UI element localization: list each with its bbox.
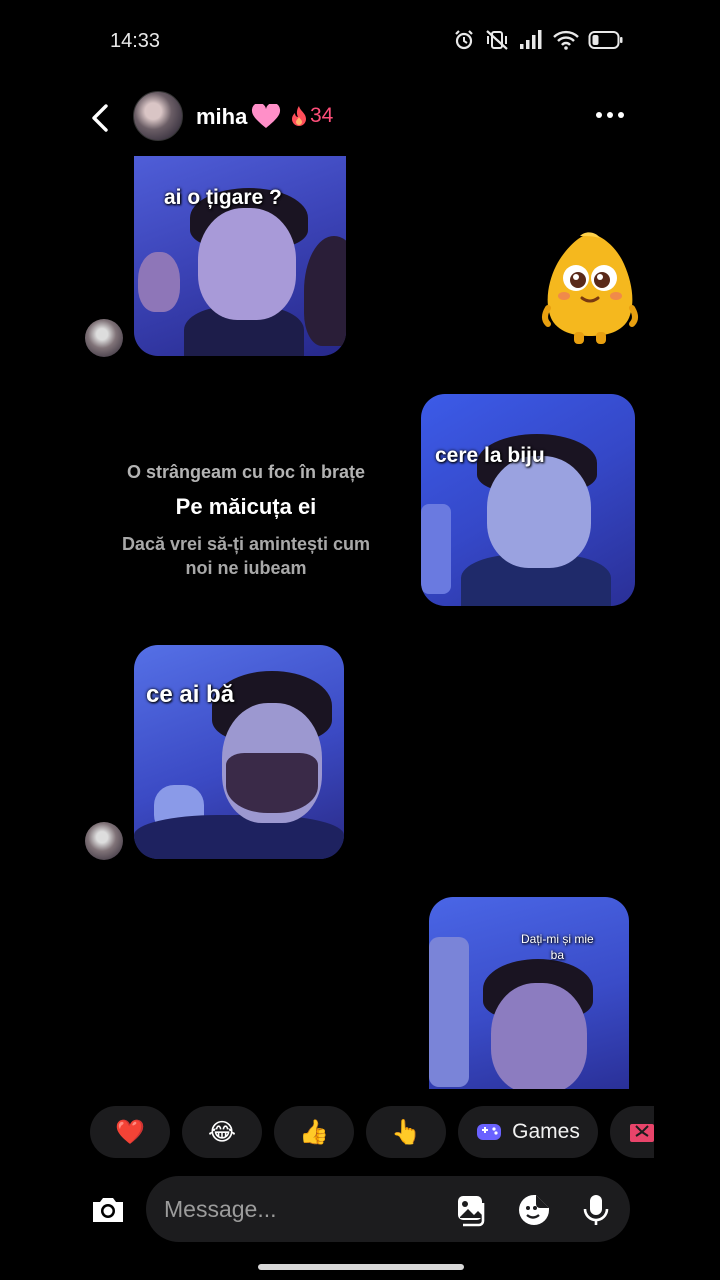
pink-heart-icon	[252, 104, 281, 128]
lyrics-line: Dacă vrei să-ți amintești cum noi ne iub…	[96, 532, 396, 580]
message-composer: Message...	[82, 1176, 630, 1242]
contact-name: miha	[196, 104, 248, 129]
mute-vibrate-icon	[486, 30, 508, 50]
message-input[interactable]: Message...	[146, 1176, 630, 1242]
back-button[interactable]	[86, 100, 116, 136]
camera-button[interactable]	[82, 1184, 134, 1236]
camera-icon	[93, 1198, 123, 1222]
reaction-point-up-button[interactable]: 👆	[366, 1106, 446, 1158]
microphone-button[interactable]	[578, 1192, 614, 1228]
reaction-laugh-button[interactable]: 😂	[182, 1106, 262, 1158]
microphone-icon	[583, 1195, 609, 1225]
games-button[interactable]: Games	[458, 1106, 598, 1158]
image-figure	[421, 504, 451, 594]
heart-emoji: ❤️	[115, 1118, 145, 1146]
streak-badge: 34	[290, 104, 333, 128]
image-message[interactable]: Dați-mi și mie ba	[429, 897, 629, 1089]
status-bar: 14:33	[0, 0, 720, 84]
signal-icon	[520, 30, 542, 49]
contact-avatar[interactable]	[133, 91, 183, 141]
image-message[interactable]: ai o țigare ?	[134, 156, 346, 356]
image-figure	[429, 937, 469, 1087]
gift-button[interactable]	[610, 1106, 654, 1158]
games-label: Games	[512, 1120, 580, 1143]
image-figure	[134, 815, 344, 859]
sender-avatar[interactable]	[85, 822, 123, 860]
image-message[interactable]: ce ai bă	[134, 645, 344, 859]
blob-sticker[interactable]	[540, 228, 640, 346]
gift-icon	[630, 1124, 654, 1142]
dot	[596, 112, 602, 118]
image-caption: ce ai bă	[146, 681, 235, 708]
wifi-icon	[553, 30, 579, 50]
image-caption-line: Dați-mi și mie	[521, 932, 594, 946]
status-time: 14:33	[110, 30, 161, 52]
image-figure	[138, 252, 180, 312]
chevron-left-icon	[92, 104, 108, 132]
gallery-icon	[458, 1196, 485, 1227]
lyrics-line-part: Dacă vrei să-ți amintești cum	[121, 534, 371, 554]
more-options-button[interactable]	[596, 112, 624, 118]
lyrics-line: O strângeam cu foc în brațe	[126, 462, 366, 482]
home-indicator[interactable]	[258, 1264, 464, 1270]
chat-header: miha 34	[0, 88, 720, 148]
image-caption: Dați-mi și mie ba	[521, 931, 594, 963]
gallery-button[interactable]	[454, 1192, 490, 1228]
image-caption: cere la biju	[435, 444, 545, 467]
image-figure	[226, 753, 318, 813]
status-icons	[452, 28, 624, 52]
sender-avatar[interactable]	[85, 319, 123, 357]
contact-name-group[interactable]: miha	[196, 104, 281, 130]
image-caption-line: ba	[550, 948, 565, 962]
laugh-emoji: 😂	[207, 1118, 237, 1146]
image-caption: ai o țigare ?	[164, 186, 282, 209]
image-figure	[198, 208, 296, 320]
thumbs-up-emoji: 👍	[299, 1118, 329, 1146]
fire-icon	[292, 106, 306, 126]
image-message[interactable]: cere la biju	[421, 394, 635, 606]
gamepad-icon	[477, 1124, 502, 1140]
message-placeholder: Message...	[164, 1196, 277, 1222]
image-figure	[487, 456, 591, 568]
dot	[618, 112, 624, 118]
reaction-thumbs-up-button[interactable]: 👍	[274, 1106, 354, 1158]
dot	[607, 112, 613, 118]
alarm-icon	[455, 30, 473, 50]
reaction-heart-button[interactable]: ❤️	[90, 1106, 170, 1158]
sticker-button[interactable]	[516, 1192, 552, 1228]
sticker-icon	[519, 1195, 549, 1225]
image-figure	[491, 983, 587, 1089]
quick-reactions-bar: ❤️ 😂 👍 👆 Games	[90, 1106, 654, 1158]
battery-icon	[588, 31, 623, 49]
lyrics-line-part: noi ne iubeam	[185, 558, 307, 578]
point-up-emoji: 👆	[391, 1118, 421, 1146]
image-figure	[304, 236, 346, 346]
streak-count: 34	[310, 104, 334, 127]
lyrics-line-current: Pe măicuța ei	[175, 494, 317, 519]
